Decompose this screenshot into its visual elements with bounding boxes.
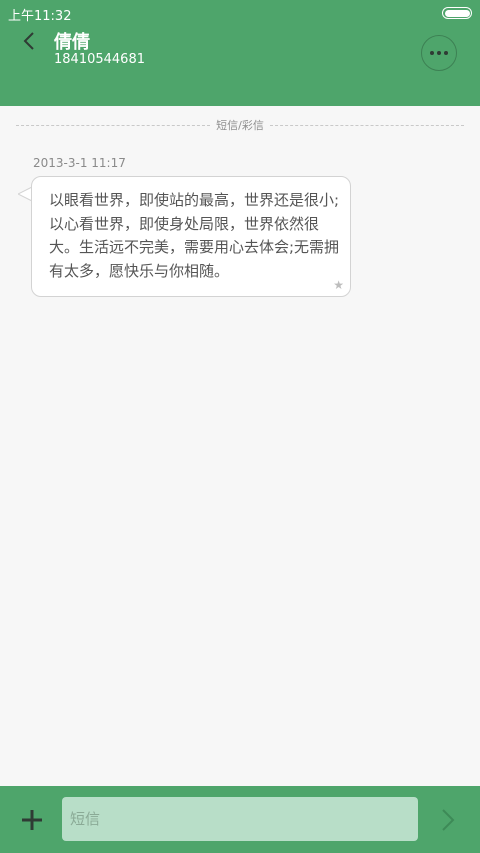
contact-name: 倩倩 <box>54 32 90 53</box>
send-chevron-icon <box>442 809 455 831</box>
status-time: 上午11:32 <box>8 9 72 24</box>
send-button[interactable] <box>436 806 460 834</box>
plus-icon <box>22 810 42 830</box>
battery-icon <box>442 7 472 19</box>
star-icon[interactable]: ★ <box>333 278 344 292</box>
message-input[interactable] <box>62 797 418 841</box>
message-text: 以眼看世界，即使站的最高，世界还是很小;以心看世界，即使身处局限，世界依然很大。… <box>49 191 340 280</box>
more-dots-icon <box>430 51 434 55</box>
conversation-header: 上午11:32 倩倩 18410544681 <box>0 0 480 106</box>
add-attachment-button[interactable] <box>17 805 47 835</box>
message-bubble[interactable]: 以眼看世界，即使站的最高，世界还是很小;以心看世界，即使身处局限，世界依然很大。… <box>31 176 351 297</box>
back-button[interactable] <box>14 26 44 56</box>
sms-mms-divider: 短信/彩信 <box>16 116 464 134</box>
divider-label: 短信/彩信 <box>216 119 264 132</box>
more-options-button[interactable] <box>421 35 457 71</box>
composer-bar <box>0 786 480 853</box>
message-timestamp: 2013-3-1 11:17 <box>33 156 126 170</box>
contact-number: 18410544681 <box>54 52 145 67</box>
chevron-left-icon <box>23 32 34 50</box>
